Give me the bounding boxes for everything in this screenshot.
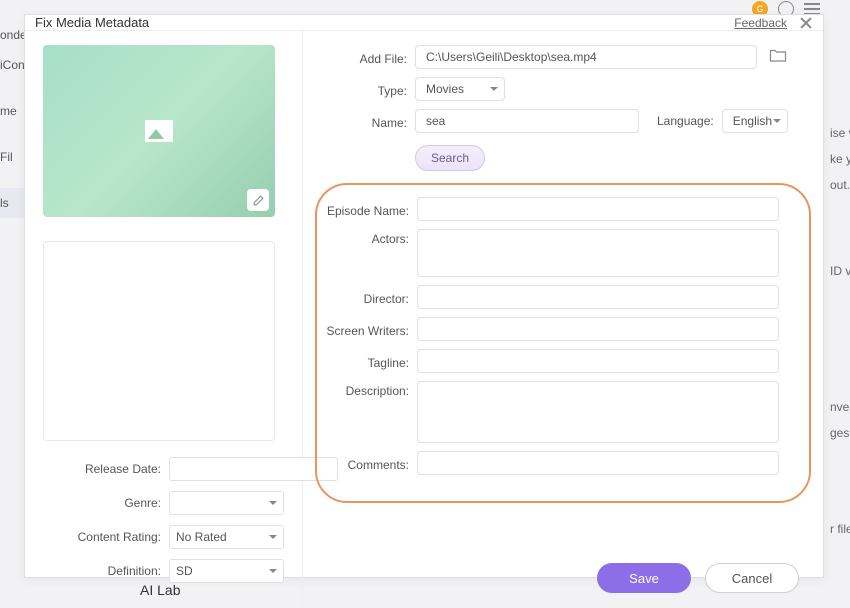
save-button[interactable]: Save	[597, 563, 691, 593]
cancel-button[interactable]: Cancel	[705, 563, 799, 593]
right-panel: Add File: Type: Movies Name:	[303, 31, 823, 607]
episode-name-input[interactable]	[417, 197, 779, 221]
chevron-down-icon	[773, 119, 781, 123]
release-date-label: Release Date:	[43, 462, 169, 476]
language-select[interactable]: English	[722, 109, 788, 133]
comments-label: Comments:	[317, 455, 417, 472]
definition-label: Definition:	[43, 564, 169, 578]
left-panel: Release Date: Genre: Content Rating: No …	[25, 31, 303, 607]
tagline-label: Tagline:	[317, 353, 417, 370]
tagline-input[interactable]	[417, 349, 779, 373]
dialog-title: Fix Media Metadata	[35, 15, 149, 30]
comments-input[interactable]	[417, 451, 779, 475]
feedback-link[interactable]: Feedback	[734, 16, 787, 30]
add-file-label: Add File:	[319, 49, 415, 66]
language-label: Language:	[657, 114, 714, 128]
genre-label: Genre:	[43, 496, 169, 510]
fix-metadata-dialog: Fix Media Metadata Feedback Release Date…	[24, 14, 824, 578]
director-label: Director:	[317, 289, 417, 306]
actors-label: Actors:	[317, 229, 417, 246]
image-icon	[145, 120, 173, 142]
secondary-preview	[43, 241, 275, 441]
writers-label: Screen Writers:	[317, 321, 417, 338]
bg-sidebar: onde iCon me Fil ls	[0, 20, 25, 218]
type-label: Type:	[319, 81, 415, 98]
description-label: Description:	[317, 381, 417, 398]
cover-preview	[43, 45, 275, 217]
chevron-down-icon	[269, 501, 277, 505]
chevron-down-icon	[269, 569, 277, 573]
director-input[interactable]	[417, 285, 779, 309]
bg-right: ise vi ke yo out. ID vi nver ges t r fil…	[830, 120, 850, 542]
edit-cover-button[interactable]	[247, 189, 269, 211]
content-rating-label: Content Rating:	[43, 530, 169, 544]
highlighted-metadata-group: Episode Name: Actors: Director: Screen W…	[315, 183, 811, 503]
add-file-input[interactable]	[415, 45, 757, 69]
name-label: Name:	[319, 113, 415, 130]
actors-input[interactable]	[417, 229, 779, 277]
chevron-down-icon	[269, 535, 277, 539]
folder-icon[interactable]	[769, 47, 787, 68]
episode-name-label: Episode Name:	[317, 201, 417, 218]
chevron-down-icon	[490, 87, 498, 91]
definition-select[interactable]: SD	[169, 559, 284, 583]
name-input[interactable]	[415, 109, 639, 133]
writers-input[interactable]	[417, 317, 779, 341]
search-button[interactable]: Search	[415, 145, 485, 171]
dialog-header: Fix Media Metadata Feedback	[25, 15, 823, 31]
close-icon[interactable]	[799, 16, 813, 30]
genre-select[interactable]	[169, 491, 284, 515]
content-rating-select[interactable]: No Rated	[169, 525, 284, 549]
description-input[interactable]	[417, 381, 779, 443]
type-select[interactable]: Movies	[415, 77, 505, 101]
